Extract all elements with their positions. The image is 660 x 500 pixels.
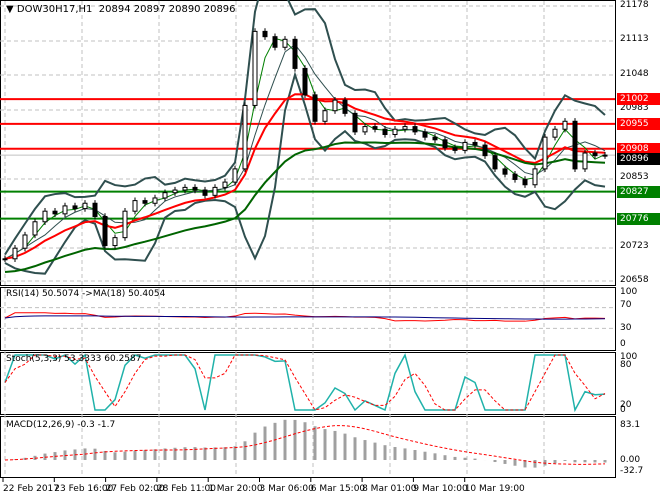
stoch-axis-label: 80 bbox=[620, 360, 632, 370]
candle-body bbox=[572, 120, 578, 170]
candle-body bbox=[402, 126, 408, 130]
candle-body bbox=[152, 197, 158, 204]
candle-body bbox=[362, 126, 368, 133]
level-price-tag: 20827 bbox=[617, 185, 660, 198]
candle-body bbox=[382, 128, 388, 136]
candle-body bbox=[482, 144, 488, 157]
candle-body bbox=[602, 154, 608, 157]
candle-body bbox=[192, 186, 198, 191]
candle-body bbox=[282, 38, 288, 48]
candle-body bbox=[2, 258, 8, 261]
candle-body bbox=[252, 30, 258, 106]
time-axis-label: 8 Mar 01:00 bbox=[362, 484, 417, 494]
candle-body bbox=[302, 67, 308, 96]
candle-body bbox=[222, 181, 228, 188]
candle-body bbox=[202, 189, 208, 196]
candle-body bbox=[552, 128, 558, 138]
candle-body bbox=[322, 110, 328, 122]
rsi-axis-label: 30 bbox=[620, 323, 632, 333]
symbol-label: DOW30H17,H1 bbox=[16, 4, 93, 15]
candle-body bbox=[452, 147, 458, 151]
candle-body bbox=[212, 186, 218, 196]
candle-body bbox=[562, 120, 568, 130]
candle-body bbox=[492, 155, 498, 170]
candle-body bbox=[232, 168, 238, 183]
macd-axis-label: 0.00 bbox=[620, 455, 641, 465]
rsi-axis-label: 0 bbox=[620, 339, 626, 349]
level-price-tag: 20955 bbox=[617, 117, 660, 130]
candle-body bbox=[162, 192, 168, 199]
candle-body bbox=[242, 104, 248, 170]
level-price-tag: 20776 bbox=[617, 212, 660, 225]
candle-body bbox=[102, 215, 108, 247]
candle-body bbox=[262, 30, 268, 38]
level-price-tag: 21002 bbox=[617, 93, 660, 106]
candle-body bbox=[332, 99, 338, 112]
macd-axis-label: -32.7 bbox=[620, 466, 644, 476]
candle-body bbox=[432, 136, 438, 141]
ohlc-values: 20894 20897 20890 20896 bbox=[98, 4, 236, 15]
dropdown-triangle-icon[interactable]: ▼ bbox=[6, 4, 14, 15]
rsi-axis-label: 70 bbox=[620, 300, 632, 310]
candle-body bbox=[12, 247, 18, 260]
stoch-axis-label: 0 bbox=[620, 405, 626, 415]
price-axis-label: 21178 bbox=[620, 0, 649, 10]
candle-body bbox=[132, 200, 138, 212]
current-price-tag: 20896 bbox=[617, 153, 660, 166]
candle-body bbox=[42, 210, 48, 223]
rsi-axis-label: 100 bbox=[620, 287, 638, 297]
price-axis-label: 21113 bbox=[620, 34, 649, 45]
candle-body bbox=[462, 141, 468, 151]
candle-body bbox=[72, 205, 78, 210]
candle-body bbox=[312, 94, 318, 122]
macd-title: MACD(12,26,9) -0.3 -1.7 bbox=[6, 420, 116, 430]
candle-body bbox=[292, 38, 298, 69]
candle-body bbox=[472, 141, 478, 146]
time-axis-label: 22 Feb 2017 bbox=[3, 484, 60, 494]
candle-body bbox=[502, 168, 508, 175]
candle-body bbox=[122, 210, 128, 239]
price-axis-label: 20658 bbox=[620, 275, 649, 285]
time-axis-label: 23 Feb 16:00 bbox=[54, 484, 114, 494]
candle-body bbox=[52, 210, 58, 215]
time-axis-label: 27 Feb 02:00 bbox=[105, 484, 165, 494]
candle-body bbox=[372, 126, 378, 130]
candle-body bbox=[182, 186, 188, 191]
candle-body bbox=[112, 237, 118, 247]
candle-body bbox=[522, 178, 528, 186]
candle-body bbox=[142, 200, 148, 204]
price-axis-label: 21048 bbox=[620, 68, 649, 79]
candle-body bbox=[422, 131, 428, 138]
candle-body bbox=[352, 112, 358, 133]
candle-body bbox=[22, 234, 28, 249]
candle-body bbox=[32, 221, 38, 236]
chart-header: ▼ DOW30H17,H1 20894 20897 20890 20896 bbox=[6, 4, 236, 15]
candle-body bbox=[82, 202, 88, 210]
candle-body bbox=[62, 205, 68, 215]
candle-body bbox=[172, 189, 178, 194]
time-axis-label: 6 Mar 15:00 bbox=[310, 484, 366, 494]
price-axis-label: 20853 bbox=[620, 171, 649, 182]
price-axis-label: 20723 bbox=[620, 240, 649, 251]
macd-axis-label: 83.1 bbox=[620, 420, 641, 430]
stoch-title: Stoch(5,3,3) 53.3333 60.2587 bbox=[6, 354, 142, 364]
rsi-title: RSI(14) 50.5074 ->MA(18) 50.4054 bbox=[6, 289, 166, 299]
time-axis-label: 3 Mar 06:00 bbox=[259, 484, 314, 494]
candle-body bbox=[442, 139, 448, 149]
time-axis-label: 9 Mar 10:00 bbox=[413, 484, 468, 494]
panel-frame bbox=[0, 0, 616, 286]
candle-body bbox=[412, 126, 418, 133]
candle-body bbox=[512, 173, 518, 180]
candle-body bbox=[272, 36, 278, 48]
candle-body bbox=[532, 168, 538, 186]
time-axis-label: 28 Feb 11:00 bbox=[156, 484, 216, 494]
candle-body bbox=[392, 128, 398, 136]
time-axis-label: 10 Mar 19:00 bbox=[464, 484, 525, 494]
candle-body bbox=[582, 152, 588, 170]
candle-body bbox=[92, 202, 98, 217]
time-axis-label: 1 Mar 20:00 bbox=[208, 484, 263, 494]
candle-body bbox=[542, 136, 548, 170]
candle-body bbox=[592, 152, 598, 157]
candle-body bbox=[342, 99, 348, 114]
